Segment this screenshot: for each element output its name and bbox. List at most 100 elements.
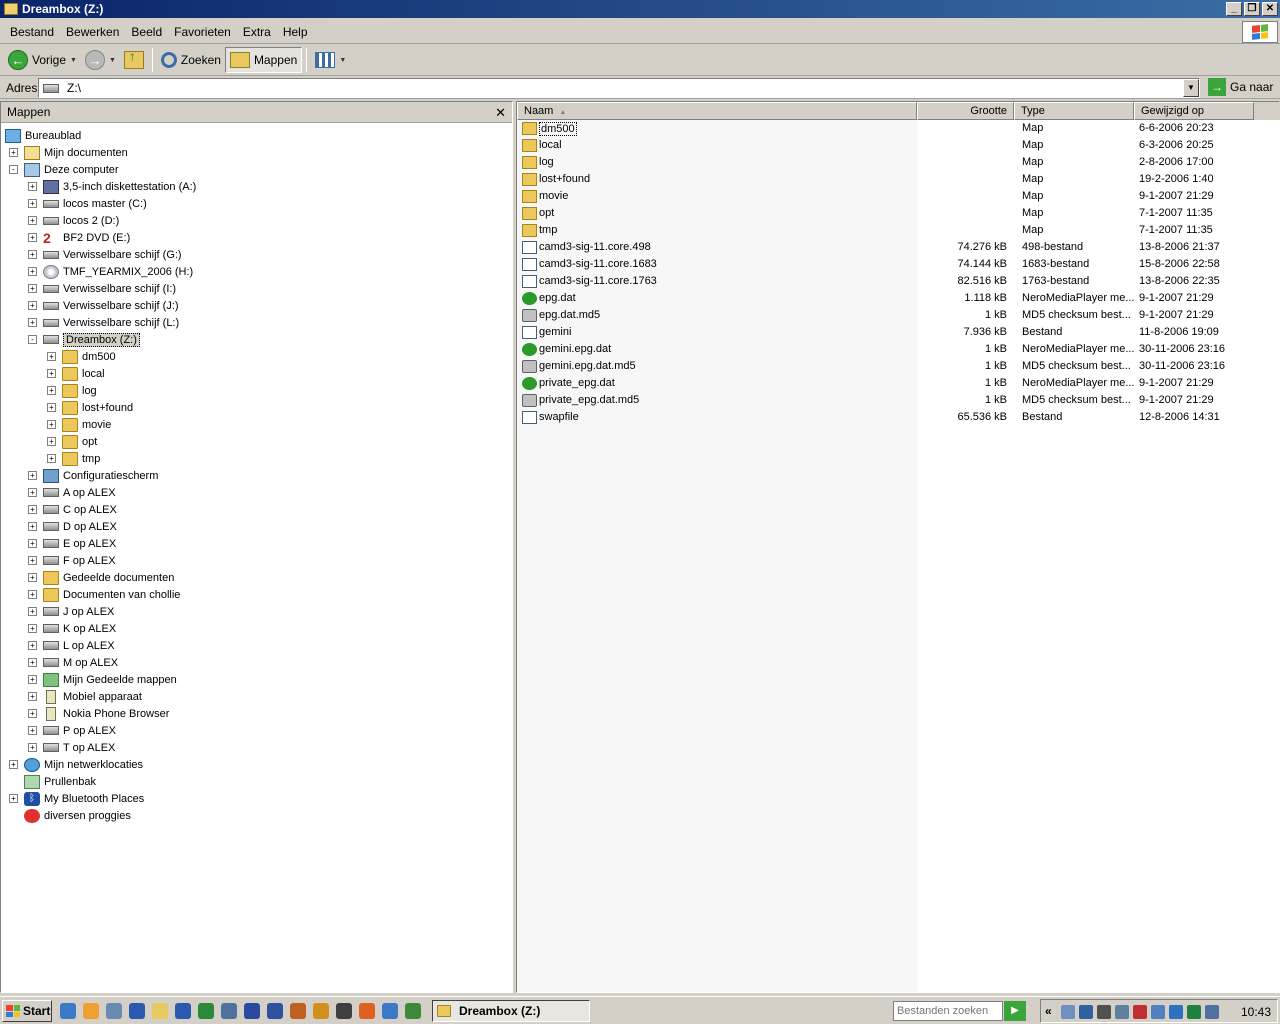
- file-row[interactable]: camd3-sig-11.core.1763 82.516 kB 1763-best…: [517, 273, 1277, 290]
- tree-item[interactable]: + M op ALEX: [28, 654, 118, 671]
- file-row[interactable]: camd3-sig-11.core.498 74.276 kB 498-bestan…: [517, 239, 1277, 256]
- up-button[interactable]: [120, 47, 148, 73]
- menu-help[interactable]: Help: [277, 25, 314, 39]
- tree-item[interactable]: + Nokia Phone Browser: [28, 705, 169, 722]
- network-icon[interactable]: [106, 1003, 122, 1019]
- tree-item[interactable]: + Mijn documenten: [9, 144, 128, 161]
- tree-item[interactable]: + Mobiel apparaat: [28, 688, 142, 705]
- expand-icon[interactable]: +: [28, 471, 37, 480]
- ie-icon[interactable]: [60, 1003, 76, 1019]
- tree-item[interactable]: + A op ALEX: [28, 484, 116, 501]
- tree-item[interactable]: - Dreambox (Z:): [28, 331, 140, 348]
- restore-button[interactable]: ❐: [1244, 2, 1260, 16]
- expand-icon[interactable]: +: [47, 454, 56, 463]
- expand-icon[interactable]: +: [28, 522, 37, 531]
- expand-icon[interactable]: +: [9, 760, 18, 769]
- menu-bewerken[interactable]: Bewerken: [60, 25, 125, 39]
- tree-item[interactable]: + Documenten van chollie: [28, 586, 180, 603]
- expand-icon[interactable]: +: [28, 743, 37, 752]
- tray-app-icon[interactable]: [1151, 1005, 1165, 1019]
- expand-icon[interactable]: +: [28, 624, 37, 633]
- tree-item[interactable]: + Mijn Gedeelde mappen: [28, 671, 177, 688]
- collapse-icon[interactable]: -: [28, 335, 37, 344]
- app-icon[interactable]: [244, 1003, 260, 1019]
- expand-icon[interactable]: +: [28, 250, 37, 259]
- chevron-down-icon[interactable]: ▼: [70, 57, 77, 64]
- file-row[interactable]: swapfile 65.536 kB Bestand 12-8-2006 14:31: [517, 409, 1277, 426]
- app-icon[interactable]: [313, 1003, 329, 1019]
- close-button[interactable]: ✕: [1262, 2, 1278, 16]
- expand-icon[interactable]: +: [28, 692, 37, 701]
- file-row[interactable]: opt Map 7-1-2007 11:35: [517, 205, 1277, 222]
- expand-icon[interactable]: +: [47, 437, 56, 446]
- views-button[interactable]: ▼: [311, 47, 350, 73]
- file-row[interactable]: gemini 7.936 kB Bestand 11-8-2006 19:09: [517, 324, 1277, 341]
- tray-app-icon[interactable]: [1169, 1005, 1183, 1019]
- outlook-icon[interactable]: [83, 1003, 99, 1019]
- tray-app-icon[interactable]: [1187, 1005, 1201, 1019]
- file-row[interactable]: tmp Map 7-1-2007 11:35: [517, 222, 1277, 239]
- expand-icon[interactable]: +: [28, 658, 37, 667]
- excel-icon[interactable]: [198, 1003, 214, 1019]
- expand-icon[interactable]: +: [28, 709, 37, 718]
- expand-icon[interactable]: +: [28, 488, 37, 497]
- media-player-icon[interactable]: [129, 1003, 145, 1019]
- expand-icon[interactable]: +: [28, 726, 37, 735]
- expand-icon[interactable]: +: [28, 590, 37, 599]
- expand-icon[interactable]: +: [28, 675, 37, 684]
- desktop-search-input[interactable]: [893, 1001, 1003, 1021]
- folder-icon[interactable]: [152, 1003, 168, 1019]
- expand-icon[interactable]: +: [9, 148, 18, 157]
- chevron-down-icon[interactable]: ▼: [1183, 79, 1199, 97]
- clock[interactable]: 10:43: [1241, 1005, 1271, 1019]
- search-button[interactable]: Zoeken: [157, 47, 225, 73]
- tray-app-icon[interactable]: [1115, 1005, 1129, 1019]
- tree-item[interactable]: + locos 2 (D:): [28, 212, 119, 229]
- tree-item[interactable]: +3,5-inch diskettestation (A:): [28, 178, 196, 195]
- title-bar[interactable]: Dreambox (Z:) _ ❐ ✕: [0, 0, 1280, 18]
- column-header-size[interactable]: Grootte: [917, 102, 1014, 120]
- tree-item[interactable]: + Configuratiescherm: [28, 467, 158, 484]
- expand-icon[interactable]: +: [47, 369, 56, 378]
- file-row[interactable]: log Map 2-8-2006 17:00: [517, 154, 1277, 171]
- tree-item[interactable]: + log: [47, 382, 97, 399]
- expand-icon[interactable]: +: [28, 607, 37, 616]
- collapse-icon[interactable]: -: [9, 165, 18, 174]
- tree-item[interactable]: + Mijn netwerklocaties: [9, 756, 143, 773]
- address-input[interactable]: Z:\ ▼: [38, 78, 1200, 98]
- expand-icon[interactable]: +: [9, 794, 18, 803]
- app-icon[interactable]: [405, 1003, 421, 1019]
- file-row[interactable]: local Map 6-3-2006 20:25: [517, 137, 1277, 154]
- tree-item[interactable]: +2 BF2 DVD (E:): [28, 229, 130, 246]
- file-row[interactable]: dm500 Map 6-6-2006 20:23: [517, 120, 1277, 137]
- tree-item[interactable]: + K op ALEX: [28, 620, 116, 637]
- folders-button[interactable]: Mappen: [224, 47, 303, 73]
- tree-item[interactable]: + local: [47, 365, 105, 382]
- word-icon[interactable]: [175, 1003, 191, 1019]
- minimize-button[interactable]: _: [1226, 2, 1242, 16]
- column-header-modified[interactable]: Gewijzigd op: [1134, 102, 1254, 120]
- expand-icon[interactable]: +: [28, 284, 37, 293]
- tree-item[interactable]: + J op ALEX: [28, 603, 114, 620]
- expand-icon[interactable]: +: [28, 199, 37, 208]
- close-icon[interactable]: ✕: [495, 105, 506, 121]
- terminal-icon[interactable]: [336, 1003, 352, 1019]
- firefox-icon[interactable]: [359, 1003, 375, 1019]
- tray-app-icon[interactable]: [1097, 1005, 1111, 1019]
- tree-item[interactable]: + tmp: [47, 450, 100, 467]
- tree-item[interactable]: Prullenbak: [9, 773, 96, 790]
- tree-item[interactable]: + lost+found: [47, 399, 133, 416]
- tree-item[interactable]: + D op ALEX: [28, 518, 117, 535]
- expand-icon[interactable]: +: [47, 420, 56, 429]
- menu-beeld[interactable]: Beeld: [125, 25, 168, 39]
- tree-item[interactable]: + Verwisselbare schijf (L:): [28, 314, 179, 331]
- tree-item[interactable]: + locos master (C:): [28, 195, 147, 212]
- tree-item[interactable]: + C op ALEX: [28, 501, 117, 518]
- tree-item[interactable]: + dm500: [47, 348, 116, 365]
- expand-icon[interactable]: +: [47, 352, 56, 361]
- expand-icon[interactable]: +: [28, 556, 37, 565]
- tree-item[interactable]: Bureaublad: [5, 127, 81, 144]
- app-icon[interactable]: [290, 1003, 306, 1019]
- file-row[interactable]: private_epg.dat 1 kB NeroMediaPlayer me...…: [517, 375, 1277, 392]
- tree-item[interactable]: diversen proggies: [9, 807, 131, 824]
